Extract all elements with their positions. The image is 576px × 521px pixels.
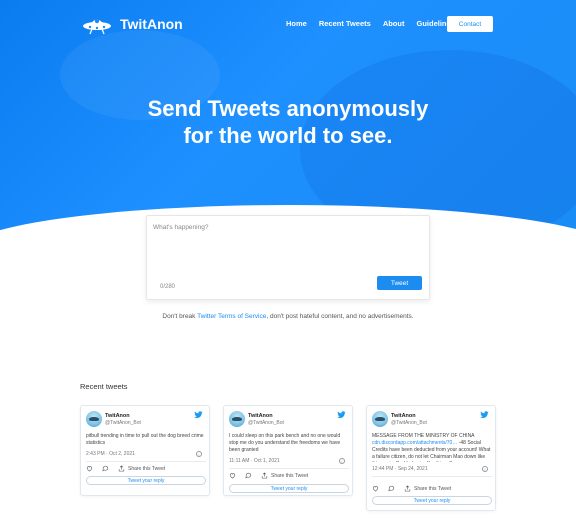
heart-icon[interactable] [229,472,236,479]
notice-text-before: Don't break [162,313,198,320]
heart-icon[interactable] [86,465,93,472]
twitter-bird-icon[interactable] [194,411,203,419]
tweet-reply-button[interactable]: Tweet your reply [372,496,492,505]
tweet-timestamp[interactable]: 12:44 PM · Sep 24, 2021 [372,466,428,472]
info-icon[interactable]: i [482,466,488,472]
tweet-timestamp[interactable]: 11:11 AM · Oct 1, 2021 [229,458,280,464]
tweet-card: TwitAnon @TwitAnon_Bot pitbull trending … [80,405,210,496]
notice-text-after: , don't post hateful content, and no adv… [266,313,414,320]
divider [372,476,492,477]
tweet-input[interactable] [153,224,423,274]
share-tweet-button[interactable]: Share this Tweet [261,472,308,479]
tweet-attachment-link[interactable]: cdn.discordapp.com/attachments/70… [372,440,457,446]
tweet-author-name[interactable]: TwitAnon [105,413,130,419]
tweet-reply-button[interactable]: Tweet your reply [229,484,349,493]
avatar[interactable] [86,411,102,427]
divider [86,461,206,462]
tweet-author-handle[interactable]: @TwitAnon_Bot [391,420,427,426]
nav-about[interactable]: About [383,19,405,28]
tweet-text: MESSAGE FROM THE MINISTRY OF CHINA cdn.d… [372,433,492,462]
share-icon [404,485,411,492]
nav-home[interactable]: Home [286,19,307,28]
tweet-card: TwitAnon @TwitAnon_Bot I could sleep on … [223,405,353,496]
tweet-actions: Share this Tweet [372,485,451,492]
tweet-text: pitbull trending in time to pull out the… [86,433,204,446]
share-icon [261,472,268,479]
tweet-text-before: MESSAGE FROM THE MINISTRY OF CHINA [372,433,475,439]
compose-card: 0/280 Tweet [146,215,430,300]
tweet-reply-button[interactable]: Tweet your reply [86,476,206,485]
nav-recent-tweets[interactable]: Recent Tweets [319,19,371,28]
char-counter: 0/280 [160,284,176,290]
info-icon[interactable]: i [196,451,202,457]
share-label: Share this Tweet [271,472,309,479]
share-label: Share this Tweet [128,465,166,472]
avatar[interactable] [229,411,245,427]
brand-name: TwitAnon [120,16,183,32]
tweet-text: I could sleep on this park bench and no … [229,433,341,453]
contact-button[interactable]: Contact [447,16,493,32]
tweet-card: TwitAnon @TwitAnon_Bot MESSAGE FROM THE … [366,405,496,511]
tweet-author-name[interactable]: TwitAnon [391,413,416,419]
spaceship-logo-icon [83,18,111,35]
share-tweet-button[interactable]: Share this Tweet [118,465,165,472]
tweet-author-name[interactable]: TwitAnon [248,413,273,419]
tweet-actions: Share this Tweet [86,465,165,472]
share-tweet-button[interactable]: Share this Tweet [404,485,451,492]
reply-icon[interactable] [388,485,395,492]
divider [229,468,349,469]
tweet-button[interactable]: Tweet [377,276,422,290]
share-icon [118,465,125,472]
tweet-author-handle[interactable]: @TwitAnon_Bot [105,420,141,426]
hero-headline: Send Tweets anonymously for the world to… [0,95,576,149]
main-nav: Home Recent Tweets About Guidelines [286,19,455,28]
reply-icon[interactable] [102,465,109,472]
recent-tweets-heading: Recent tweets [80,382,128,391]
hero-headline-line1: Send Tweets anonymously [147,96,429,121]
brand[interactable]: TwitAnon [82,13,183,35]
twitter-bird-icon[interactable] [480,411,489,419]
hero-headline-line2: for the world to see. [183,123,393,148]
terms-of-service-link[interactable]: Twitter Terms of Service [197,313,266,320]
reply-icon[interactable] [245,472,252,479]
tweet-author-handle[interactable]: @TwitAnon_Bot [248,420,284,426]
avatar[interactable] [372,411,388,427]
tweet-timestamp[interactable]: 2:43 PM · Oct 2, 2021 [86,451,135,457]
tweet-actions: Share this Tweet [229,472,308,479]
share-label: Share this Tweet [414,485,452,492]
heart-icon[interactable] [372,485,379,492]
info-icon[interactable]: i [339,458,345,464]
twitter-bird-icon[interactable] [337,411,346,419]
guidelines-notice: Don't break Twitter Terms of Service, do… [0,313,576,320]
